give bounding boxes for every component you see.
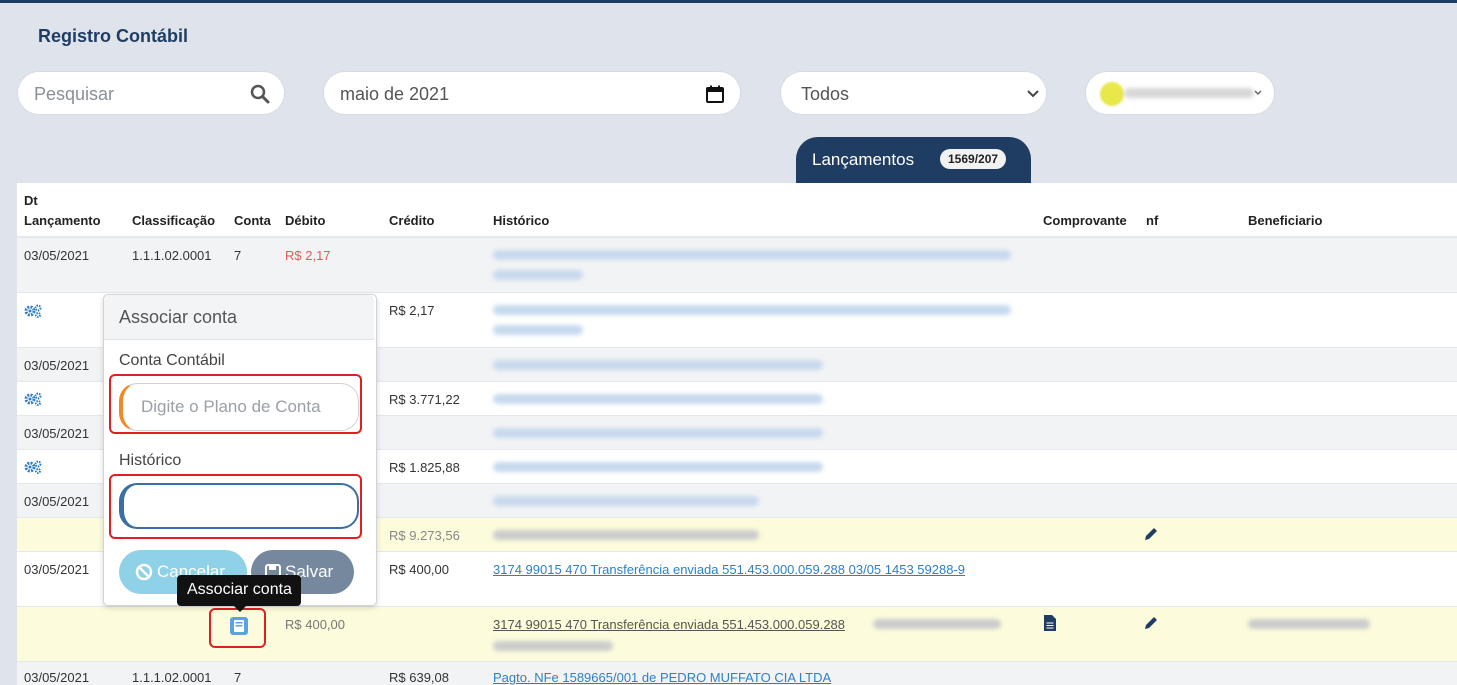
- document-icon[interactable]: [1043, 614, 1057, 632]
- highlight-associar-button: [209, 608, 266, 648]
- conta-contabil-label: Conta Contábil: [119, 352, 225, 369]
- historico-redacted: [493, 360, 823, 370]
- historico-redacted: [493, 270, 583, 280]
- cell-date: 03/05/2021: [24, 670, 90, 685]
- cell-date: 03/05/2021: [24, 358, 90, 373]
- cell-date: 03/05/2021: [24, 426, 90, 441]
- historico-link[interactable]: 3174 99015 470 Transferência enviada 551…: [493, 617, 845, 632]
- historico-redacted: [493, 641, 613, 651]
- historico-redacted: [493, 325, 583, 335]
- historico-link[interactable]: Pagto. NFe 1589665/001 de PEDRO MUFFATO …: [493, 670, 831, 685]
- col-dt: Dt: [24, 193, 38, 208]
- col-lancamento: Lançamento: [24, 213, 101, 228]
- cell-date: 03/05/2021: [24, 248, 90, 263]
- highlight-conta-input: [109, 374, 362, 434]
- col-historico: Histórico: [493, 213, 550, 228]
- col-classificacao: Classificação: [132, 213, 216, 228]
- cell-debito: R$ 400,00: [285, 617, 345, 632]
- tooltip: Associar conta: [177, 575, 301, 612]
- filter-select[interactable]: Todos: [780, 71, 1047, 115]
- table-row: 03/05/2021 1.1.1.02.0001 7 R$ 2,17: [17, 238, 1457, 293]
- historico-redacted: [493, 428, 823, 438]
- avatar: [1100, 82, 1124, 106]
- col-conta: Conta: [234, 213, 271, 228]
- cell-credito: R$ 2,17: [389, 303, 435, 318]
- page-title: Registro Contábil: [38, 26, 189, 46]
- table-header: Dt Lançamento Classificação Conta Débito…: [17, 183, 1457, 238]
- filter-select-value: Todos: [801, 84, 850, 104]
- historico-redacted: [493, 530, 759, 540]
- search-icon[interactable]: [250, 84, 270, 104]
- gears-icon[interactable]: [24, 304, 42, 318]
- popover-title: Associar conta: [119, 307, 238, 327]
- historico-redacted: [493, 394, 823, 404]
- col-nf: nf: [1146, 213, 1159, 228]
- month-value: maio de 2021: [340, 84, 450, 104]
- cell-credito: R$ 1.825,88: [389, 460, 460, 475]
- tooltip-arrow: [234, 606, 246, 612]
- gears-icon[interactable]: [24, 460, 42, 474]
- beneficiario-redacted: [1248, 619, 1370, 629]
- col-credito: Crédito: [389, 213, 435, 228]
- top-accent-line: [0, 0, 1457, 3]
- table-row: 03/05/2021 1.1.1.02.0001 7 R$ 639,08 Pag…: [17, 662, 1457, 685]
- cell-conta: 7: [234, 248, 242, 263]
- company-select[interactable]: [1085, 71, 1275, 115]
- pencil-icon[interactable]: [1144, 616, 1158, 630]
- col-comprovante: Comprovante: [1043, 213, 1127, 228]
- col-debito: Débito: [285, 213, 326, 228]
- count-badge: 1569/207: [940, 149, 1007, 169]
- ban-icon: [135, 563, 153, 581]
- company-select-value: [1124, 88, 1254, 98]
- calendar-icon[interactable]: [706, 85, 724, 103]
- tab-label: Lançamentos: [812, 150, 915, 169]
- cell-credito: R$ 400,00: [389, 562, 449, 577]
- historico-redacted: [873, 619, 1001, 629]
- cell-debito: R$ 2,17: [285, 248, 331, 263]
- historico-redacted: [493, 250, 1011, 260]
- historico-redacted: [493, 496, 759, 506]
- pencil-icon[interactable]: [1144, 527, 1158, 541]
- tooltip-text: Associar conta: [187, 581, 292, 598]
- highlight-historico-input: [109, 474, 362, 539]
- historico-label: Histórico: [119, 452, 182, 469]
- historico-redacted: [493, 462, 823, 472]
- historico-redacted: [493, 305, 1011, 315]
- month-picker[interactable]: maio de 2021: [323, 71, 741, 115]
- cell-credito: R$ 3.771,22: [389, 392, 460, 407]
- cell-credito: R$ 9.273,56: [389, 528, 460, 543]
- chevron-down-icon: [1027, 90, 1039, 98]
- cell-conta: 7: [234, 670, 242, 685]
- cell-classificacao: 1.1.1.02.0001: [132, 248, 212, 263]
- associar-conta-popover: Associar conta Conta Contábil Digite o P…: [103, 294, 377, 606]
- cell-credito: R$ 639,08: [389, 670, 449, 685]
- search-input[interactable]: Pesquisar: [34, 84, 114, 105]
- col-beneficiario: Beneficiario: [1248, 213, 1323, 228]
- historico-link[interactable]: 3174 99015 470 Transferência enviada 551…: [493, 562, 965, 577]
- chevron-down-icon: [1254, 90, 1262, 96]
- cell-classificacao: 1.1.1.02.0001: [132, 670, 212, 685]
- tab-lancamentos[interactable]: Lançamentos 1569/207: [796, 137, 1031, 183]
- cell-date: 03/05/2021: [24, 494, 90, 509]
- gears-icon[interactable]: [24, 392, 42, 406]
- popover-header: Associar conta: [104, 295, 374, 340]
- cell-date: 03/05/2021: [24, 562, 90, 577]
- search-box[interactable]: Pesquisar: [17, 71, 285, 115]
